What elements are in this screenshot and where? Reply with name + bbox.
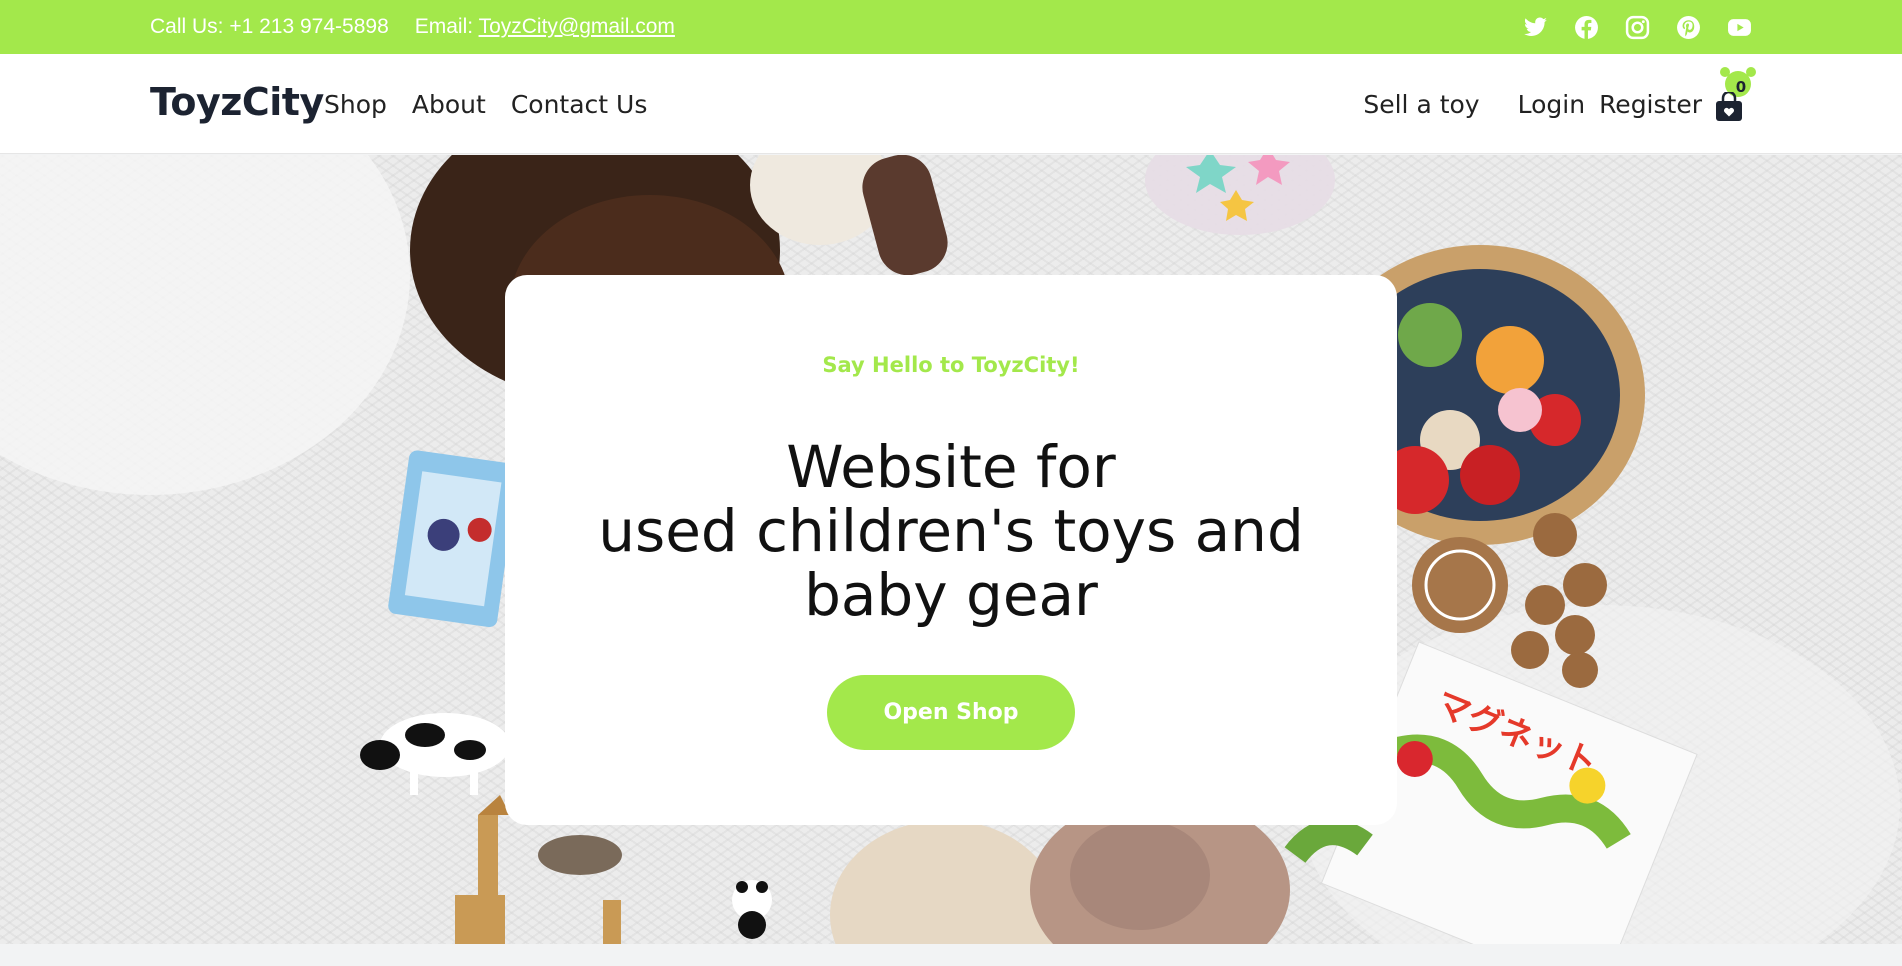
page-bottom-strip bbox=[0, 944, 1902, 966]
hero-headline: Website for used children's toys and bab… bbox=[505, 435, 1397, 627]
phone-text: Call Us: +1 213 974-5898 bbox=[150, 15, 389, 38]
facebook-icon[interactable] bbox=[1574, 15, 1599, 40]
open-shop-button[interactable]: Open Shop bbox=[827, 675, 1075, 750]
instagram-icon[interactable] bbox=[1625, 15, 1650, 40]
hero-headline-line-1: Website for bbox=[786, 433, 1116, 501]
primary-nav: Shop About Contact Us bbox=[324, 54, 647, 154]
pinterest-icon[interactable] bbox=[1676, 15, 1701, 40]
twitter-icon[interactable] bbox=[1523, 15, 1548, 40]
email-link[interactable]: ToyzCity@gmail.com bbox=[479, 15, 675, 38]
email-text: Email: ToyzCity@gmail.com bbox=[415, 15, 675, 39]
email-label: Email: bbox=[414, 15, 479, 38]
hero-headline-line-3: baby gear bbox=[804, 561, 1098, 629]
youtube-icon[interactable] bbox=[1727, 15, 1752, 40]
top-bar: Call Us: +1 213 974-5898 Email: ToyzCity… bbox=[0, 0, 1902, 54]
hero-card: Say Hello to ToyzCity! Website for used … bbox=[505, 275, 1397, 825]
account-nav: Sell a toy Login Register bbox=[1363, 54, 1702, 154]
hero-section: マグネット Say Hello to ToyzCity! Website for… bbox=[0, 155, 1902, 944]
hero-headline-line-2: used children's toys and bbox=[598, 497, 1304, 565]
nav-contact-us[interactable]: Contact Us bbox=[511, 90, 648, 119]
social-links bbox=[1523, 0, 1752, 54]
nav-shop[interactable]: Shop bbox=[324, 90, 387, 119]
contact-info: Call Us: +1 213 974-5898 Email: ToyzCity… bbox=[150, 0, 675, 54]
shopping-bag-icon bbox=[1716, 92, 1742, 121]
main-navbar: ToyzCity Shop About Contact Us Sell a to… bbox=[0, 54, 1902, 154]
cart-button[interactable]: 0 bbox=[1706, 66, 1756, 128]
brand-logo[interactable]: ToyzCity bbox=[150, 80, 324, 124]
nav-register[interactable]: Register bbox=[1599, 90, 1702, 119]
hero-tagline: Say Hello to ToyzCity! bbox=[822, 353, 1080, 377]
nav-about[interactable]: About bbox=[412, 90, 486, 119]
nav-sell-a-toy[interactable]: Sell a toy bbox=[1363, 90, 1479, 119]
nav-login[interactable]: Login bbox=[1518, 90, 1585, 119]
